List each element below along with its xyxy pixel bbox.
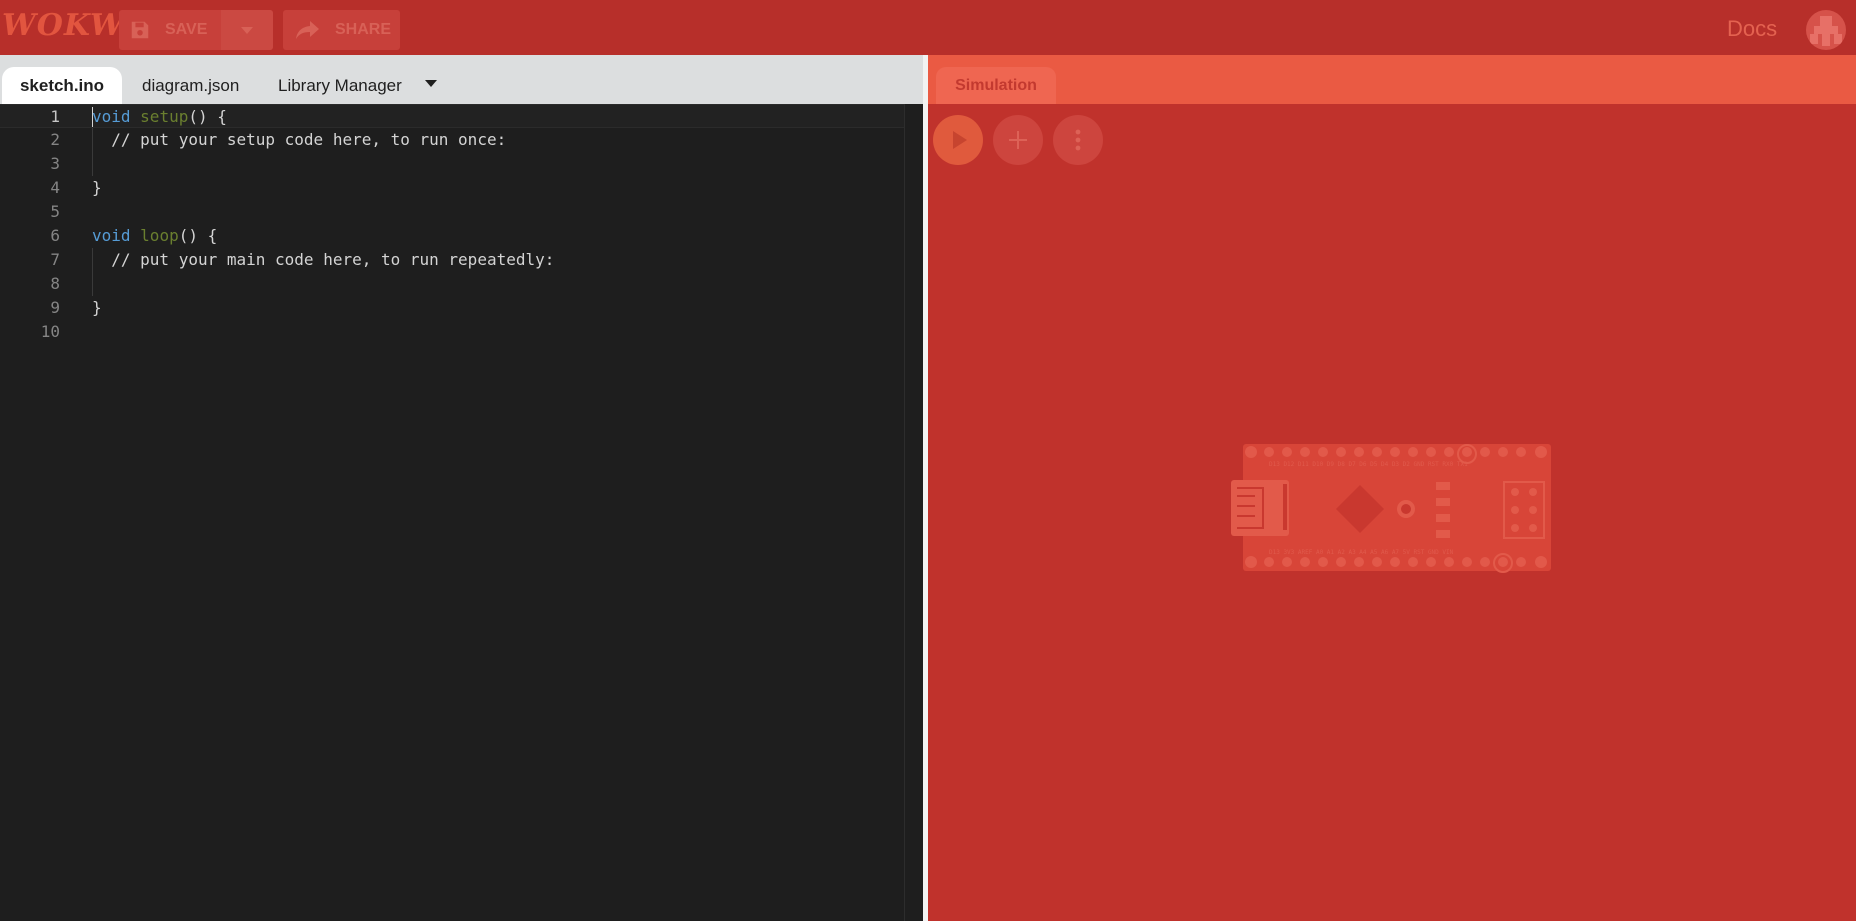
arduino-nano-board[interactable]: D13 D12 D11 D10 D9 D8 D7 D6 D5 D4 D3 D2 … <box>1231 444 1561 574</box>
code-line[interactable]: 7 // put your main code here, to run rep… <box>0 248 905 272</box>
code-line[interactable]: 6 void loop() { <box>0 224 905 248</box>
line-number: 2 <box>50 130 60 149</box>
tab-library-manager[interactable]: Library Manager <box>278 67 402 104</box>
code-line[interactable]: 8 <box>0 272 905 296</box>
board-top-pin-labels: D13 D12 D11 D10 D9 D8 D7 D6 D5 D4 D3 D2 … <box>1269 461 1468 468</box>
save-button-label: SAVE <box>165 21 208 38</box>
docs-link[interactable]: Docs <box>1727 16 1777 42</box>
share-button-label: SHARE <box>335 21 392 38</box>
code-line[interactable]: 10 <box>0 320 905 344</box>
simulation-panel: Simulation D13 D12 D11 D10 D9 D8 D7 D6 D… <box>928 55 1856 921</box>
user-avatar-icon[interactable] <box>1806 10 1846 50</box>
line-number: 6 <box>50 226 60 245</box>
simulation-tab-bar: Simulation <box>928 55 1856 104</box>
code-text: // put your main code here, to run repea… <box>92 250 555 269</box>
add-part-button[interactable] <box>993 115 1043 165</box>
code-text: void setup() { <box>92 107 227 126</box>
code-area[interactable]: 1 void setup() { 2 // put your setup cod… <box>0 104 923 921</box>
code-text: } <box>92 298 102 317</box>
save-options-dropdown[interactable] <box>221 10 273 50</box>
floppy-disk-icon <box>129 19 151 41</box>
code-text: void loop() { <box>92 226 218 245</box>
text-cursor <box>92 107 93 127</box>
more-options-button[interactable] <box>1053 115 1103 165</box>
chevron-down-icon <box>241 26 253 34</box>
line-number: 1 <box>50 107 60 126</box>
line-number: 9 <box>50 298 60 317</box>
board-bottom-pin-labels: D13 3V3 AREF A0 A1 A2 A3 A4 A5 A6 A7 5V … <box>1269 549 1454 556</box>
save-button[interactable]: SAVE <box>119 10 221 50</box>
editor-scrollbar[interactable] <box>904 104 923 921</box>
code-line[interactable]: 5 <box>0 200 905 224</box>
line-number: 7 <box>50 250 60 269</box>
code-line[interactable]: 4 } <box>0 176 905 200</box>
share-arrow-icon <box>295 19 321 41</box>
code-text: } <box>92 178 102 197</box>
line-number: 5 <box>50 202 60 221</box>
tab-diagram-json[interactable]: diagram.json <box>142 67 239 104</box>
code-line[interactable]: 9 } <box>0 296 905 320</box>
code-line[interactable]: 1 void setup() { <box>0 104 905 128</box>
share-button[interactable]: SHARE <box>283 10 400 50</box>
code-editor-panel: sketch.ino diagram.json Library Manager … <box>0 55 923 921</box>
top-bar: WOKWi SAVE SHARE Docs <box>0 0 1856 55</box>
tabs-menu-caret-icon[interactable] <box>425 80 437 87</box>
more-vertical-icon <box>1075 129 1081 151</box>
save-button-group: SAVE <box>119 10 273 50</box>
editor-tab-bar: sketch.ino diagram.json Library Manager <box>0 55 923 104</box>
plus-icon <box>1009 131 1027 149</box>
code-line[interactable]: 2 // put your setup code here, to run on… <box>0 128 905 152</box>
line-number: 10 <box>40 322 60 341</box>
play-icon <box>953 131 967 149</box>
start-simulation-button[interactable] <box>933 115 983 165</box>
line-number: 4 <box>50 178 60 197</box>
line-number: 3 <box>50 154 60 173</box>
tab-sketch-ino[interactable]: sketch.ino <box>2 67 122 104</box>
code-line[interactable]: 3 <box>0 152 905 176</box>
code-text: // put your setup code here, to run once… <box>92 130 507 149</box>
tab-simulation[interactable]: Simulation <box>936 67 1056 104</box>
line-number: 8 <box>50 274 60 293</box>
wokwi-logo[interactable]: WOKWi <box>2 8 136 43</box>
